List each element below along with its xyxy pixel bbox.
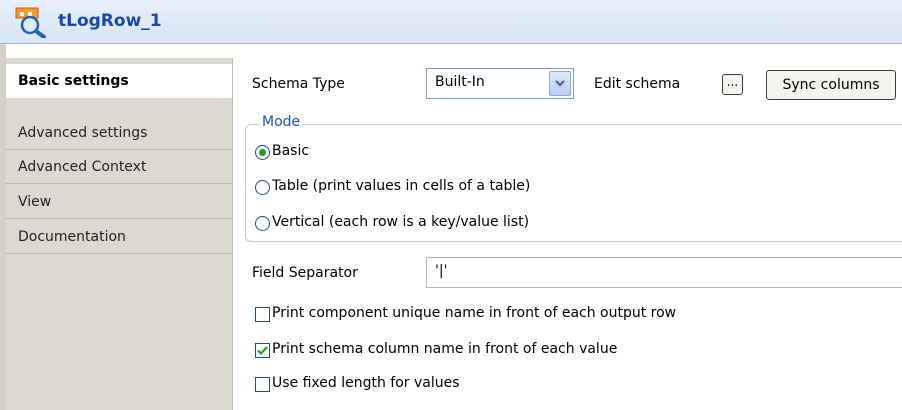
radio-vertical[interactable] [255,216,270,231]
schema-type-select[interactable]: Built-In [426,68,574,99]
field-separator-input[interactable]: '|' [426,257,902,288]
mode-legend: Mode [260,114,303,130]
chevron-down-icon [555,80,565,87]
mode-option-label: Basic [272,143,310,159]
edit-schema-label: Edit schema [594,76,681,92]
option-label: Print schema column name in front of eac… [272,341,618,357]
radio-basic[interactable] [255,145,270,160]
tab-label: Basic settings [18,73,129,89]
sidebar-divider [232,58,233,410]
edit-schema-button[interactable]: ... [722,74,743,95]
checkbox-print-column-name[interactable] [255,343,270,358]
tab-label: View [18,194,52,210]
title-bar: tLogRow_1 [0,0,902,44]
tab-label: Advanced Context [18,159,147,175]
tab-advanced-context[interactable]: Advanced Context [6,150,232,184]
sidebar: Basic settings Advanced settings Advance… [6,58,234,410]
radio-table[interactable] [255,180,270,195]
tab-label: Documentation [18,229,126,245]
option-label: Use fixed length for values [272,375,460,391]
checkmark-icon [257,346,268,356]
tab-basic-settings[interactable]: Basic settings [6,64,234,98]
component-icon [15,7,46,38]
option-label: Print component unique name in front of … [272,305,677,321]
component-title: tLogRow_1 [58,11,162,31]
radio-selected-dot [259,149,266,156]
mode-option-label: Table (print values in cells of a table) [272,178,531,194]
checkbox-print-component-name[interactable] [255,307,270,322]
dropdown-button[interactable] [549,71,571,96]
field-separator-value: '|' [435,263,448,279]
checkbox-fixed-length[interactable] [255,377,270,392]
sync-columns-button[interactable]: Sync columns [766,70,896,100]
schema-type-label: Schema Type [252,76,345,92]
tab-label: Advanced settings [18,125,148,141]
tab-view[interactable]: View [6,185,232,219]
schema-type-value: Built-In [435,74,485,90]
tab-documentation[interactable]: Documentation [6,220,232,254]
tab-advanced-settings[interactable]: Advanced settings [6,116,232,150]
mode-option-label: Vertical (each row is a key/value list) [272,214,530,230]
field-separator-label: Field Separator [252,265,358,281]
